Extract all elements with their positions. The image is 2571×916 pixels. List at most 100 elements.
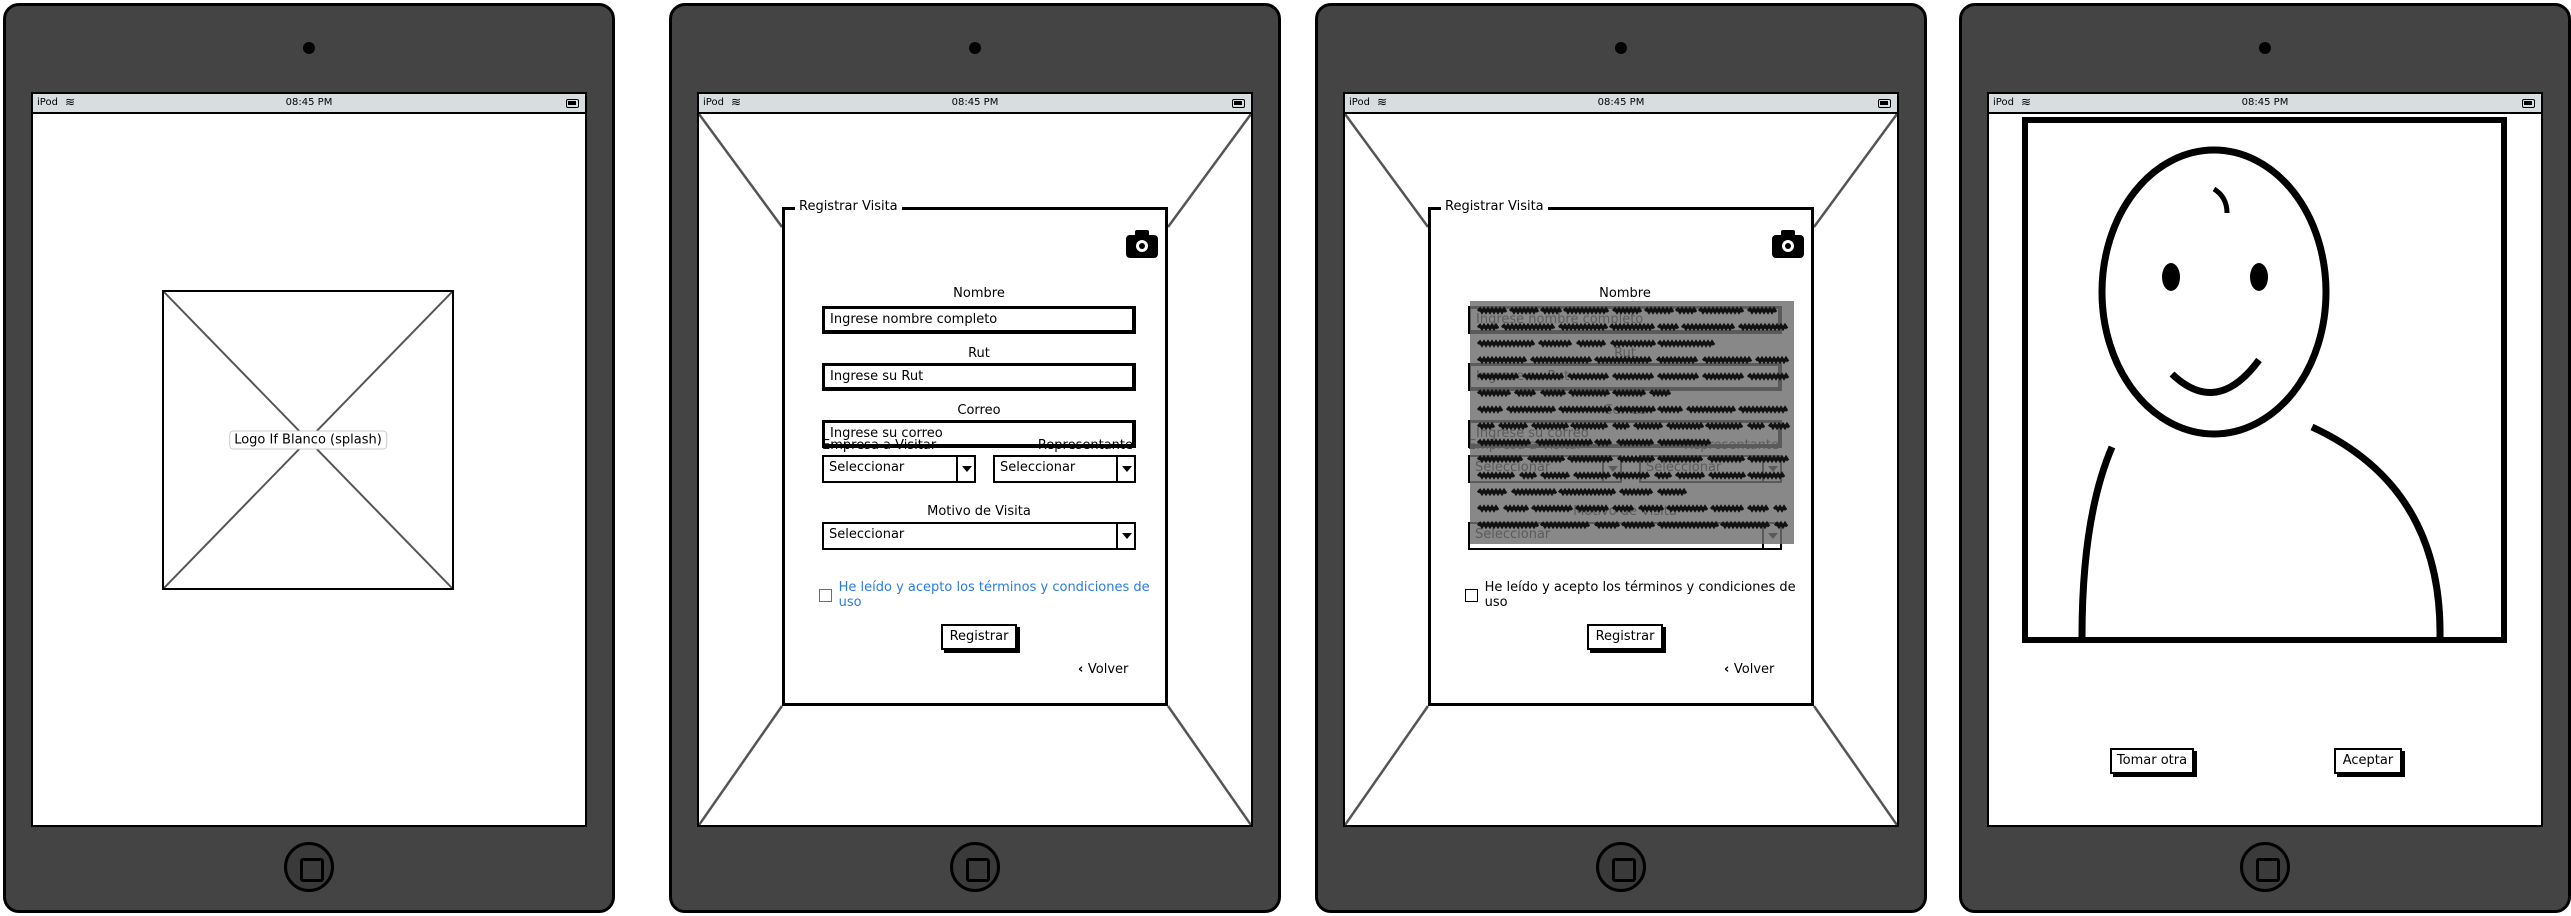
motivo-value: Seleccionar xyxy=(829,527,905,542)
scribble-line xyxy=(1539,520,1591,530)
ipad-splash: iPod ≋ 08:45 PM Logo If Blanco (splash) xyxy=(3,3,615,913)
scribble-line xyxy=(1685,405,1737,414)
scribble-line xyxy=(1476,454,1524,464)
scribble-line xyxy=(1737,322,1789,332)
scribble-line xyxy=(1557,405,1613,414)
scribble-line xyxy=(1476,322,1500,332)
battery-icon xyxy=(566,99,579,108)
scribble-line xyxy=(1500,322,1556,332)
retake-photo-button[interactable]: Tomar otra xyxy=(2110,748,2194,774)
scribble-line xyxy=(1615,438,1655,447)
battery-icon xyxy=(2522,99,2535,108)
rut-label: Rut xyxy=(968,346,990,361)
scribble-line xyxy=(1680,322,1736,332)
scribble-line xyxy=(1557,322,1609,332)
scribble-line xyxy=(1701,355,1753,365)
scribble-line xyxy=(1505,405,1557,414)
home-button[interactable] xyxy=(950,842,1000,892)
terms-text-overlay xyxy=(1470,301,1794,544)
front-camera xyxy=(1615,42,1627,54)
scribble-line xyxy=(1665,504,1709,513)
scribble-line xyxy=(1754,355,1790,365)
scribble-line xyxy=(1613,405,1657,414)
scribble-line xyxy=(1476,471,1516,480)
terms-checkbox[interactable]: He leído y acepto los términos y condici… xyxy=(819,580,1165,610)
clock: 08:45 PM xyxy=(2241,97,2289,108)
home-button[interactable] xyxy=(2240,842,2290,892)
motivo-select[interactable]: Seleccionar xyxy=(822,522,1136,550)
scribble-line xyxy=(1534,438,1594,447)
chevron-down-icon xyxy=(1116,457,1134,481)
panel-title: Registrar Visita xyxy=(795,199,902,214)
ipad-register-form: iPod ≋ 08:45 PM Registrar Visita Nombre … xyxy=(669,3,1281,913)
scribble-line xyxy=(1648,388,1672,398)
accept-photo-button[interactable]: Aceptar xyxy=(2334,748,2402,774)
scribble-line xyxy=(1521,372,1565,381)
scribble-line xyxy=(1476,306,1508,315)
scribble-line xyxy=(1704,421,1744,431)
back-label: Volver xyxy=(1087,662,1129,677)
register-button[interactable]: Registrar xyxy=(1587,624,1663,650)
scribble-line xyxy=(1476,504,1500,513)
battery-icon xyxy=(1878,99,1891,108)
chevron-down-icon xyxy=(1116,524,1134,548)
ipad-photo-preview: iPod ≋ 08:45 PM Tomar otra Aceptar xyxy=(1959,3,2571,913)
scribble-line xyxy=(1608,322,1656,332)
representante-select[interactable]: Seleccionar xyxy=(993,455,1136,483)
home-button[interactable] xyxy=(1596,842,1646,892)
empresa-value: Seleccionar xyxy=(829,460,905,475)
terms-label: He leído y acepto los términos y condici… xyxy=(838,580,1150,610)
back-link[interactable]: ‹ Volver xyxy=(1724,662,1774,677)
scribble-line xyxy=(1476,355,1528,365)
scribble-line xyxy=(1697,306,1745,315)
captured-photo-person-icon xyxy=(2022,117,2507,643)
scribble-line xyxy=(1476,438,1532,447)
battery-icon xyxy=(1232,99,1245,108)
scribble-line xyxy=(1656,322,1680,332)
clock: 08:45 PM xyxy=(951,97,999,108)
back-link[interactable]: ‹ Volver xyxy=(1078,662,1128,677)
scribble-line xyxy=(1476,372,1520,381)
scribble-line xyxy=(1575,339,1607,348)
scribble-line xyxy=(1574,504,1610,513)
scribble-line xyxy=(1665,421,1705,431)
scribble-line xyxy=(1616,454,1656,464)
home-button[interactable] xyxy=(284,842,334,892)
chevron-down-icon xyxy=(956,457,974,481)
camera-icon[interactable] xyxy=(1126,230,1158,258)
checkbox-icon xyxy=(819,588,832,602)
nombre-input[interactable]: Ingrese nombre completo xyxy=(822,306,1136,334)
register-button[interactable]: Registrar xyxy=(941,624,1017,650)
scribble-line xyxy=(1746,421,1766,431)
scribble-line xyxy=(1746,372,1790,381)
scribbled-terms-text xyxy=(1476,306,1791,530)
chevron-left-icon: ‹ xyxy=(1078,662,1088,677)
representante-value: Seleccionar xyxy=(1000,460,1076,475)
rut-input[interactable]: Ingrese su Rut xyxy=(822,363,1136,391)
scribble-line xyxy=(1643,306,1675,315)
ipad-register-form-terms: iPod ≋ 08:45 PM Registrar Visita Nombre … xyxy=(1315,3,1927,913)
scribble-line xyxy=(1656,454,1704,464)
scribble-line xyxy=(1476,405,1504,414)
scribble-line xyxy=(1706,454,1746,464)
front-camera xyxy=(969,42,981,54)
camera-icon[interactable] xyxy=(1772,230,1804,258)
terms-checkbox[interactable]: He leído y acepto los términos y condici… xyxy=(1465,580,1811,610)
scribble-line xyxy=(1557,487,1617,497)
scribble-line xyxy=(1737,405,1789,414)
scribble-line xyxy=(1746,471,1786,480)
register-visit-panel: Registrar Visita Nombre Ingrese nombre c… xyxy=(1428,199,1814,706)
logo-placeholder: Logo If Blanco (splash) xyxy=(162,290,454,590)
nombre-label: Nombre xyxy=(1599,286,1651,301)
scribble-line xyxy=(1566,372,1610,381)
scribble-line xyxy=(1572,471,1612,480)
scribble-line xyxy=(1476,339,1536,348)
scribble-line xyxy=(1701,372,1745,381)
empresa-select[interactable]: Seleccionar xyxy=(822,455,976,483)
scribble-line xyxy=(1653,471,1673,480)
scribble-line xyxy=(1637,504,1665,513)
scribble-line xyxy=(1620,520,1656,530)
scribble-line xyxy=(1569,421,1609,431)
scribble-line xyxy=(1566,454,1614,464)
scribble-line xyxy=(1656,520,1720,530)
